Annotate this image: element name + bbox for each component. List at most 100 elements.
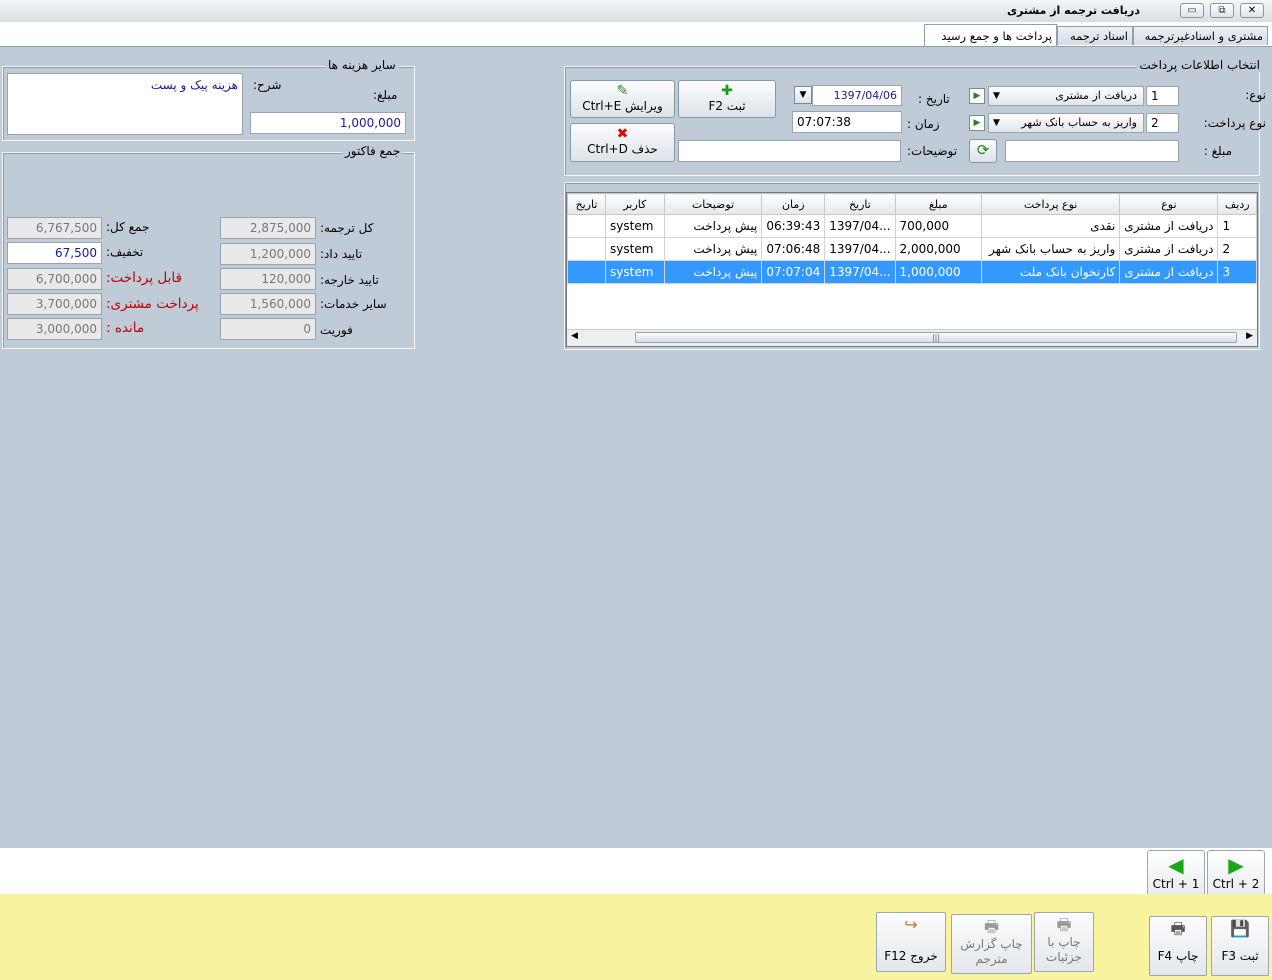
cell-index: 2: [1217, 237, 1257, 261]
cell-time: 07:06:48: [761, 237, 826, 261]
prev-tab-button[interactable]: ◀ Ctrl + 1: [1147, 850, 1205, 896]
other-costs-desc-label: شرح:: [253, 78, 282, 92]
cell-date2: [567, 260, 607, 284]
delete-payment-label: حذف Ctrl+D: [587, 142, 658, 156]
paytype-code-input[interactable]: [1146, 113, 1179, 133]
discount-label: تخفیف:: [106, 245, 144, 259]
horizontal-scrollbar[interactable]: ◀ ||| ▶: [567, 329, 1257, 346]
print-button[interactable]: 🖶 چاپ F4: [1149, 916, 1207, 976]
cell-amount: 2,000,000: [894, 237, 982, 261]
type-code-input[interactable]: [1146, 86, 1179, 106]
cell-type: دریافت از مشتری: [1119, 260, 1219, 284]
other-costs-amount-input[interactable]: [250, 112, 406, 134]
save-form-label: ثبت F3: [1221, 949, 1259, 963]
time-label: زمان :: [907, 117, 940, 131]
cell-index: 3: [1217, 260, 1257, 284]
column-header[interactable]: نوع پرداخت: [980, 193, 1121, 215]
floppy-disk-icon: 💾: [1230, 919, 1250, 938]
cell-date: 1397/04...: [824, 260, 896, 284]
cell-index: 1: [1217, 214, 1257, 238]
refresh-icon[interactable]: ⟳: [969, 139, 997, 163]
payment-info-title: انتخاب اطلاعات پرداخت: [1136, 58, 1263, 72]
table-row-selected[interactable]: 3 دریافت از مشتری کارتخوان بانک ملت 1,00…: [567, 260, 1257, 284]
table-row[interactable]: 2 دریافت از مشتری واریز به حساب بانک شهر…: [567, 237, 1257, 261]
print-translator-report-button[interactable]: 🖶 چاپ گزارش مترجم: [951, 914, 1032, 974]
column-header[interactable]: کاربر: [605, 193, 665, 215]
type-combo[interactable]: دریافت از مشتری ▼: [988, 86, 1144, 106]
delete-payment-button[interactable]: ✖ حذف Ctrl+D: [570, 123, 675, 162]
prev-tab-label: Ctrl + 1: [1152, 877, 1200, 891]
cell-paytype: نقدی: [980, 214, 1121, 238]
other-costs-desc-textarea[interactable]: هزینه پیک و پست: [7, 73, 243, 135]
edit-payment-label: ویرایش Ctrl+E: [582, 99, 663, 113]
scrollbar-thumb[interactable]: |||: [635, 332, 1237, 343]
scroll-right-icon[interactable]: ▶: [1246, 331, 1253, 341]
tab-translation-docs[interactable]: اسناد ترجمه: [1057, 26, 1133, 45]
column-header[interactable]: نوع: [1119, 193, 1219, 215]
date-label: تاریخ :: [918, 92, 950, 106]
table-row[interactable]: 1 دریافت از مشتری نقدی 700,000 1397/04..…: [567, 214, 1257, 238]
discount-input[interactable]: [7, 242, 102, 264]
chevron-down-icon: ▼: [993, 91, 1000, 101]
minimize-button[interactable]: ▭: [1180, 3, 1204, 18]
cell-time: 06:39:43: [761, 214, 826, 238]
cell-type: دریافت از مشتری: [1119, 214, 1219, 238]
cell-date: 1397/04...: [824, 214, 896, 238]
column-header[interactable]: تاریخ: [567, 193, 607, 215]
translation-total-label: کل ترجمه:: [320, 221, 374, 235]
chevron-down-icon[interactable]: ▼: [794, 86, 812, 104]
save-payment-button[interactable]: ✚ ثبت F2: [678, 80, 776, 118]
cell-amount: 700,000: [894, 214, 982, 238]
remaining-label: مانده :: [106, 320, 145, 336]
edit-payment-button[interactable]: ✎ ویرایش Ctrl+E: [570, 80, 675, 118]
amount-input[interactable]: [1005, 140, 1179, 162]
restore-button[interactable]: ⧉: [1210, 3, 1234, 18]
amount-label: مبلغ :: [1203, 144, 1232, 158]
invoice-totals-title: جمع فاکتور: [342, 144, 404, 158]
translation-total-field: [220, 217, 316, 239]
printer-icon: 🖶: [1170, 919, 1186, 938]
customer-paid-field: [7, 293, 102, 315]
delete-icon: ✖: [616, 126, 629, 142]
save-form-button[interactable]: 💾 ثبت F3: [1211, 916, 1269, 976]
other-services-field: [220, 293, 316, 315]
next-tab-button[interactable]: ▶ Ctrl + 2: [1207, 850, 1265, 896]
column-header[interactable]: توضیحات: [663, 193, 763, 215]
exit-button[interactable]: ↪ خروج F12: [876, 912, 946, 972]
printer-icon: 🖶: [983, 917, 1000, 936]
column-header[interactable]: زمان: [761, 193, 826, 215]
printer-icon: 🖶: [1056, 915, 1072, 934]
confirm-label: تایید داد:: [320, 247, 363, 261]
cell-desc: پیش پرداخت: [663, 214, 763, 238]
tab-payments[interactable]: پرداخت ها و جمع رسید: [924, 24, 1057, 46]
column-header[interactable]: تاریخ: [824, 193, 896, 215]
foreign-confirm-label: تایید خارجه:: [320, 273, 379, 287]
title-bar: دریافت ترجمه از مشتری ▭ ⧉ ✕: [0, 0, 1272, 23]
cell-paytype: کارتخوان بانک ملت: [980, 260, 1121, 284]
paytype-combo[interactable]: واریز به حساب بانک شهر ▼: [988, 113, 1144, 133]
print-details-button[interactable]: 🖶 چاپ با جزئیات: [1034, 912, 1094, 972]
column-header[interactable]: مبلغ: [894, 193, 982, 215]
time-input[interactable]: [792, 111, 902, 133]
close-button[interactable]: ✕: [1240, 3, 1264, 18]
window-title: دریافت ترجمه از مشتری: [1006, 4, 1140, 17]
payments-grid[interactable]: ردیف نوع نوع پرداخت مبلغ تاریخ زمان توضی…: [566, 192, 1258, 347]
confirm-field: [220, 243, 316, 265]
date-input[interactable]: [812, 85, 902, 106]
description-input[interactable]: [678, 140, 901, 162]
column-header[interactable]: ردیف: [1217, 193, 1257, 215]
other-costs-amount-label: مبلغ:: [373, 88, 398, 102]
lookup-icon[interactable]: ▶: [969, 88, 985, 104]
cell-user: system: [605, 237, 665, 261]
next-tab-label: Ctrl + 2: [1212, 877, 1260, 891]
cell-desc: پیش پرداخت: [663, 260, 763, 284]
scroll-left-icon[interactable]: ◀: [571, 331, 578, 341]
other-services-label: سایر خدمات:: [320, 297, 387, 311]
customer-paid-label: پرداخت مشتری:: [106, 296, 199, 312]
plus-icon: ✚: [721, 83, 733, 99]
print-label: چاپ F4: [1157, 949, 1199, 963]
lookup-icon[interactable]: ▶: [969, 115, 985, 131]
tab-customer-docs[interactable]: مشتری و اسنادغیرترجمه: [1133, 26, 1268, 45]
cell-desc: پیش پرداخت: [663, 237, 763, 261]
arrow-right-icon: ▶: [1228, 853, 1244, 877]
